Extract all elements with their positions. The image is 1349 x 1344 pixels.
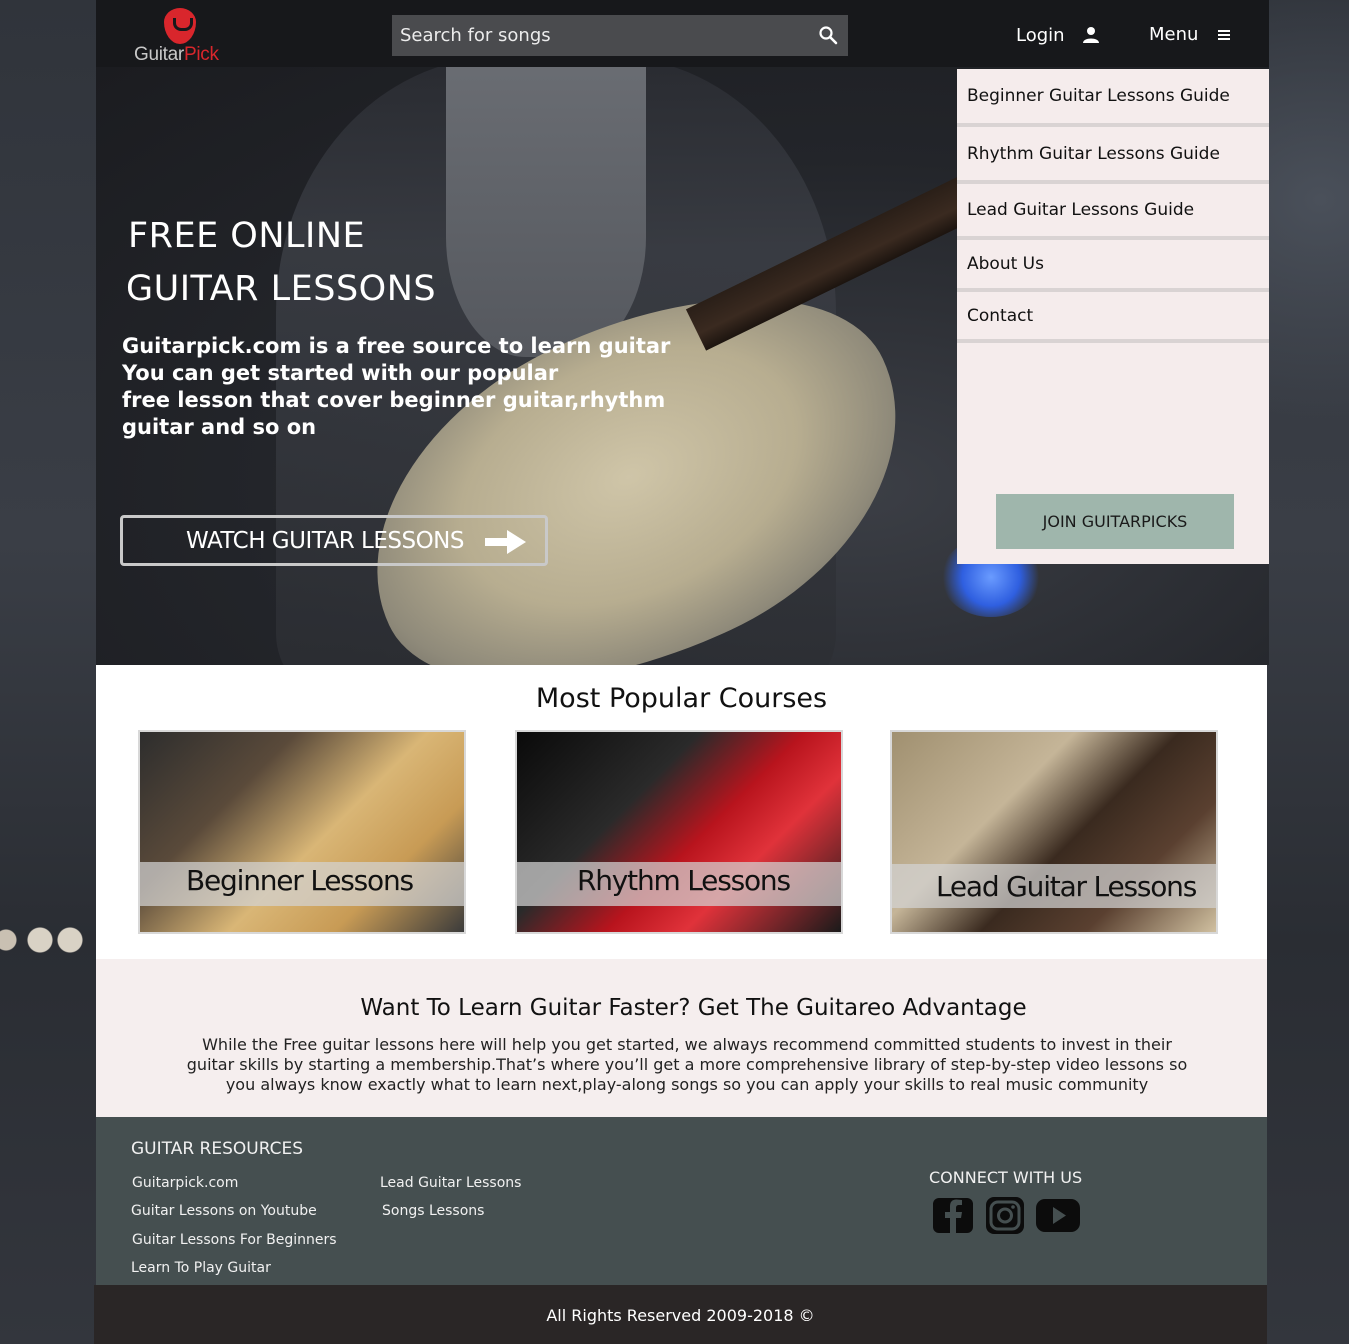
menu-button[interactable]: Menu: [1149, 24, 1231, 45]
search-input[interactable]: [392, 15, 802, 56]
login-label: Login: [1016, 24, 1065, 46]
menu-item-about-us[interactable]: About Us: [957, 240, 1269, 292]
user-icon: [1083, 27, 1100, 43]
course-card-rhythm[interactable]: Rhythm Lessons: [515, 730, 843, 934]
advantage-section: Want To Learn Guitar Faster? Get The Gui…: [96, 959, 1267, 1117]
menu-item-label: Lead Guitar Lessons Guide: [967, 200, 1195, 220]
course-card-lead[interactable]: Lead Guitar Lessons: [890, 730, 1218, 934]
hero-text-line1: Guitarpick.com is a free source to learn…: [122, 334, 671, 358]
dropdown-menu: Beginner Guitar Lessons Guide Rhythm Gui…: [957, 69, 1269, 564]
menu-item-label: Rhythm Guitar Lessons Guide: [967, 143, 1220, 164]
youtube-icon[interactable]: [1036, 1197, 1080, 1234]
copyright-bar: All Rights Reserved 2009-2018 ©: [94, 1285, 1267, 1344]
join-button-label: JOIN GUITARPICKS: [1042, 512, 1188, 531]
course-card-label: Beginner Lessons: [186, 864, 414, 897]
watch-lessons-button[interactable]: WATCH GUITAR LESSONS: [120, 515, 548, 566]
footer-link-lead-lessons[interactable]: Lead Guitar Lessons: [380, 1175, 521, 1191]
footer-link-beginner-lessons[interactable]: Guitar Lessons For Beginners: [132, 1232, 337, 1248]
facebook-icon[interactable]: [932, 1197, 974, 1234]
hero-text-line3: free lesson that cover beginner guitar,r…: [122, 388, 666, 412]
login-button[interactable]: Login: [1016, 24, 1100, 46]
hero-image-shirt: [446, 67, 646, 357]
footer: GUITAR RESOURCES Guitarpick.com Guitar L…: [96, 1117, 1267, 1285]
hamburger-icon: [1218, 30, 1231, 40]
hero-text-line4: guitar and so on: [122, 415, 317, 439]
menu-item-label: Contact: [967, 305, 1034, 326]
course-card-label: Lead Guitar Lessons: [936, 870, 1197, 903]
connect-title: CONNECT WITH US: [929, 1168, 1083, 1187]
hero-title: FREE ONLINE GUITAR LESSONS: [126, 210, 437, 316]
course-card-label: Rhythm Lessons: [577, 864, 791, 897]
menu-item-beginner-guide[interactable]: Beginner Guitar Lessons Guide: [957, 69, 1269, 127]
page: GuitarPick Login Menu: [94, 0, 1269, 1344]
join-button[interactable]: JOIN GUITARPICKS: [996, 494, 1234, 549]
menu-item-lead-guide[interactable]: Lead Guitar Lessons Guide: [957, 184, 1269, 240]
hero-description: Guitarpick.com is a free source to learn…: [122, 333, 670, 441]
course-card-band: Rhythm Lessons: [517, 862, 841, 906]
instagram-icon[interactable]: [984, 1197, 1026, 1234]
menu-item-label: About Us: [967, 254, 1044, 274]
hero-text-line2: You can get started with our popular: [122, 361, 559, 385]
guitar-pick-icon: [164, 8, 196, 44]
logo-text-pick: Pick: [183, 44, 219, 65]
advantage-title: Want To Learn Guitar Faster? Get The Gui…: [360, 995, 1027, 1021]
copyright-text: All Rights Reserved 2009-2018 ©: [546, 1306, 815, 1325]
menu-label: Menu: [1149, 24, 1199, 45]
menu-item-contact[interactable]: Contact: [957, 292, 1269, 343]
menu-item-rhythm-guide[interactable]: Rhythm Guitar Lessons Guide: [957, 127, 1269, 184]
arrow-right-icon: [485, 530, 526, 554]
courses-title: Most Popular Courses: [535, 683, 828, 714]
course-card-band: Beginner Lessons: [140, 862, 464, 906]
logo-text: GuitarPick: [134, 44, 219, 66]
course-card-band: Lead Guitar Lessons: [892, 864, 1216, 908]
resources-title: GUITAR RESOURCES: [131, 1139, 304, 1159]
logo-text-guitar: Guitar: [134, 44, 184, 65]
advantage-text: While the Free guitar lessons here will …: [186, 1035, 1188, 1094]
popular-courses-section: Most Popular Courses Beginner Lessons Rh…: [96, 665, 1267, 959]
watch-lessons-label: WATCH GUITAR LESSONS: [186, 527, 464, 554]
search-icon[interactable]: [818, 25, 838, 45]
hero-title-line2: GUITAR LESSONS: [126, 269, 437, 309]
header: GuitarPick Login Menu: [96, 0, 1269, 67]
footer-link-songs-lessons[interactable]: Songs Lessons: [382, 1203, 484, 1219]
footer-link-guitarpick[interactable]: Guitarpick.com: [132, 1175, 238, 1191]
search-bar: [392, 15, 848, 56]
footer-link-youtube-lessons[interactable]: Guitar Lessons on Youtube: [131, 1203, 317, 1219]
course-card-beginner[interactable]: Beginner Lessons: [138, 730, 466, 934]
logo[interactable]: GuitarPick: [134, 6, 234, 66]
footer-link-learn-to-play[interactable]: Learn To Play Guitar: [131, 1260, 271, 1276]
hero-title-line1: FREE ONLINE: [128, 216, 366, 256]
menu-item-label: Beginner Guitar Lessons Guide: [967, 86, 1230, 106]
